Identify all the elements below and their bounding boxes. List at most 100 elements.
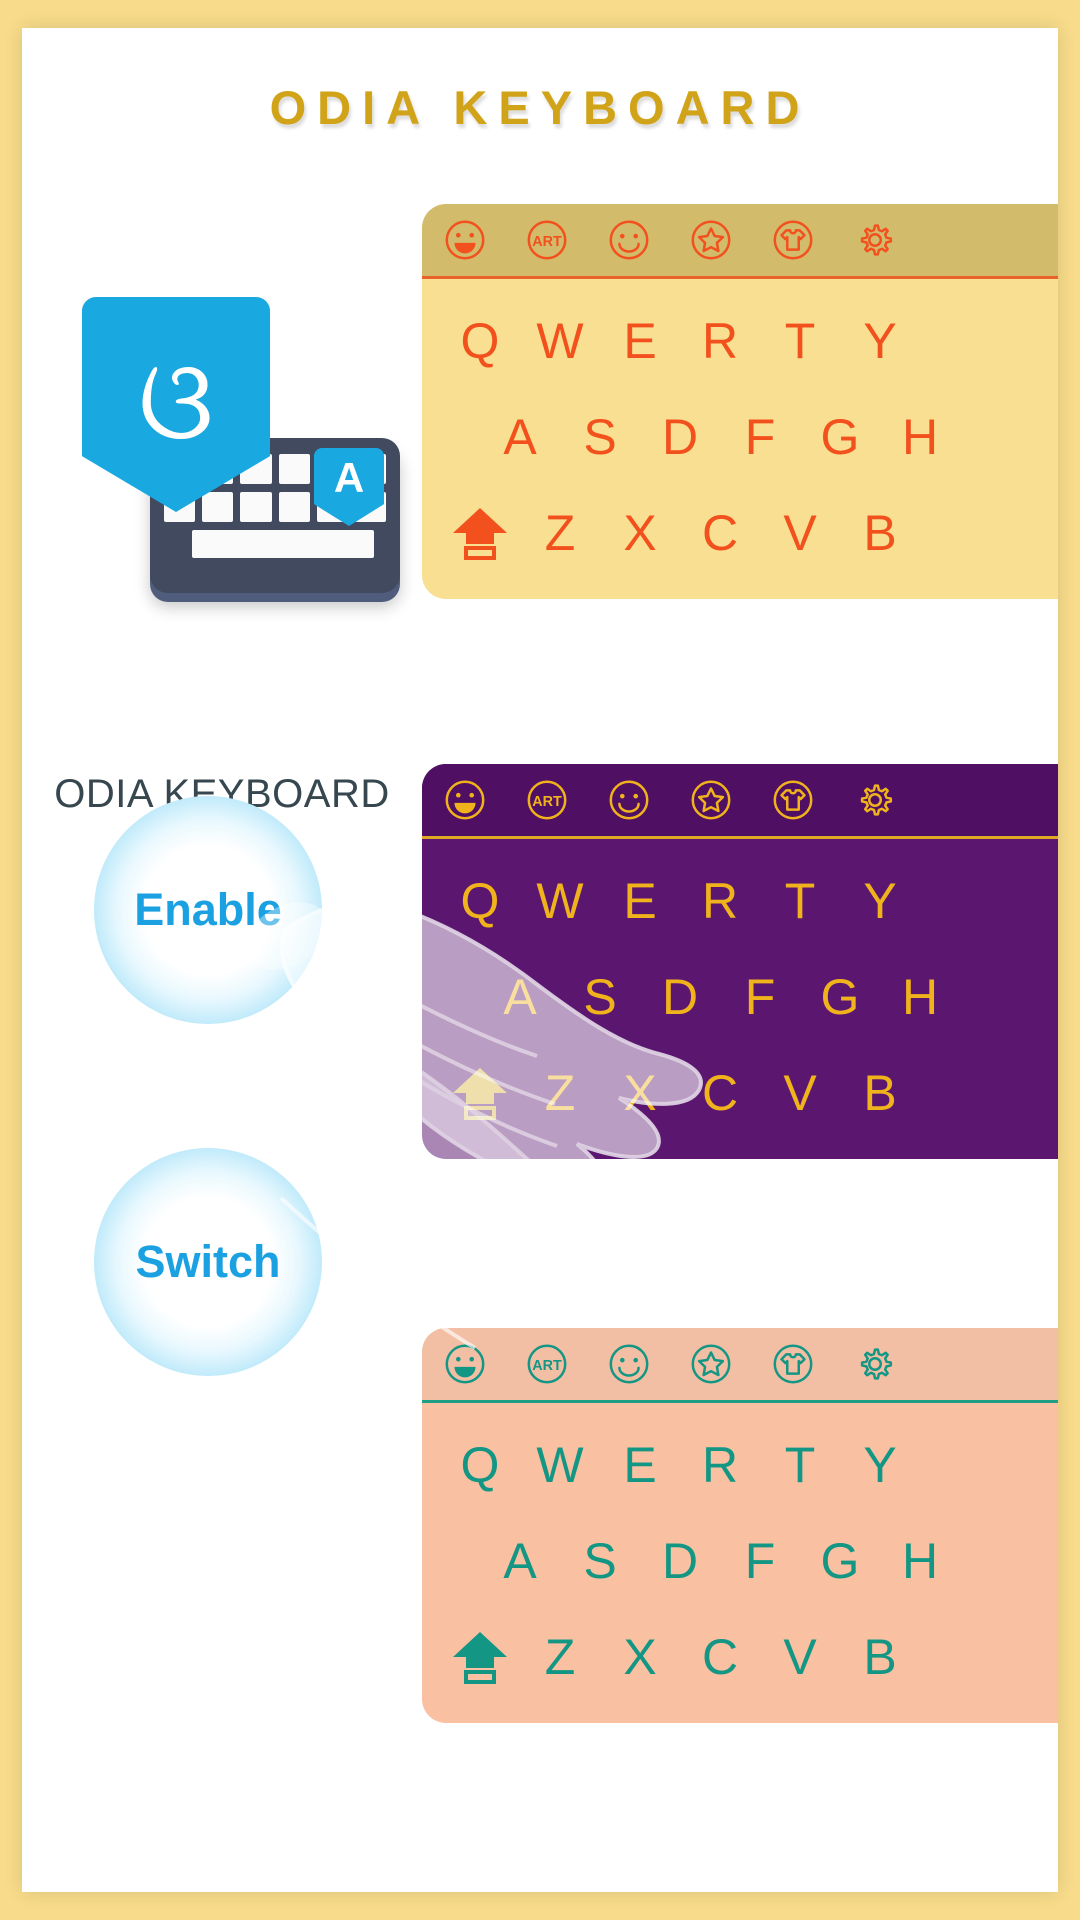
key[interactable]: R [680,312,760,370]
key[interactable]: T [760,312,840,370]
key[interactable]: V [760,1064,840,1122]
key[interactable]: X [600,1628,680,1686]
key[interactable]: F [720,968,800,1026]
enable-button-label: Enable [134,884,282,935]
key[interactable]: Q [440,1436,520,1494]
keyboard-toolbar: ART [422,204,1058,276]
key[interactable]: A [480,408,560,466]
keyboard-row-2: A S D F G H [422,1513,1058,1609]
keyboard-toolbar: ART [422,764,1058,836]
key[interactable]: C [680,1628,760,1686]
key[interactable]: A [480,1532,560,1590]
art-icon[interactable]: ART [524,777,570,823]
star-icon[interactable] [688,777,734,823]
key[interactable]: A [480,968,560,1026]
key[interactable]: Z [520,1064,600,1122]
key[interactable]: B [840,1628,920,1686]
grin-emoji-icon[interactable] [442,1341,488,1387]
white-content-card: ODIA KEYBOARD ଓ A ODIA KEYBOARD Enable S… [22,28,1058,1892]
key[interactable]: E [600,312,680,370]
keyboard-toolbar: ART [422,1328,1058,1400]
key[interactable]: W [520,312,600,370]
keyboard-keys: Q W E R T Y A S D F G H Z X C V B [422,839,1058,1159]
tshirt-icon[interactable] [770,1341,816,1387]
star-icon[interactable] [688,1341,734,1387]
key[interactable]: R [680,872,760,930]
key[interactable]: Y [840,312,920,370]
key[interactable]: Q [440,872,520,930]
app-icon: ଓ A [82,283,412,638]
keyboard-row-2: A S D F G H [422,949,1058,1045]
key[interactable]: T [760,1436,840,1494]
smiley-emoji-icon[interactable] [606,1341,652,1387]
art-icon[interactable]: ART [524,1341,570,1387]
gear-icon[interactable] [852,1341,898,1387]
keyboard-row-3: Z X C V B [422,1609,1058,1705]
key[interactable]: H [880,968,960,1026]
keyboard-row-1: Q W E R T Y [422,853,1058,949]
key[interactable]: G [800,968,880,1026]
key[interactable]: G [800,408,880,466]
keyboard-keys: Q W E R T Y A S D F G H Z X C V B [422,279,1058,599]
keyboard-preview-peach-theme[interactable]: ART Q W E R T Y A S D F G H Z X C V B [422,1328,1058,1723]
key[interactable]: V [760,1628,840,1686]
key[interactable]: D [640,408,720,466]
key[interactable]: V [760,504,840,562]
keyboard-preview-purple-theme[interactable]: ART Q W E R T Y A S D F G H Z X C V B [422,764,1058,1159]
art-icon[interactable]: ART [524,217,570,263]
key[interactable]: X [600,504,680,562]
svg-text:ART: ART [532,234,562,250]
star-icon[interactable] [688,217,734,263]
grin-emoji-icon[interactable] [442,777,488,823]
key[interactable]: D [640,1532,720,1590]
key[interactable]: H [880,408,960,466]
gear-icon[interactable] [852,217,898,263]
latin-letter-glyph: A [333,454,365,501]
key[interactable]: F [720,1532,800,1590]
grin-emoji-icon[interactable] [442,217,488,263]
key[interactable]: E [600,1436,680,1494]
smiley-emoji-icon[interactable] [606,777,652,823]
key[interactable]: W [520,1436,600,1494]
key[interactable]: S [560,968,640,1026]
switch-button[interactable]: Switch [94,1148,322,1376]
key[interactable]: S [560,1532,640,1590]
enable-button[interactable]: Enable [94,796,322,1024]
key[interactable]: C [680,1064,760,1122]
keyboard-keys: Q W E R T Y A S D F G H Z X C V B [422,1403,1058,1723]
key[interactable]: R [680,1436,760,1494]
svg-text:ART: ART [532,1358,562,1374]
key[interactable]: T [760,872,840,930]
tshirt-icon[interactable] [770,777,816,823]
key[interactable]: W [520,872,600,930]
key[interactable]: G [800,1532,880,1590]
key[interactable]: H [880,1532,960,1590]
shift-arrow-icon[interactable] [440,505,520,561]
key[interactable]: F [720,408,800,466]
key[interactable]: B [840,504,920,562]
tshirt-icon[interactable] [770,217,816,263]
key[interactable]: Y [840,1436,920,1494]
key[interactable]: Y [840,872,920,930]
keyboard-row-2: A S D F G H [422,389,1058,485]
key[interactable]: E [600,872,680,930]
key[interactable]: Z [520,504,600,562]
keyboard-preview-yellow-theme[interactable]: ART Q W E R T Y A S D F G H Z X C V B [422,204,1058,599]
svg-text:ART: ART [532,794,562,810]
key[interactable]: B [840,1064,920,1122]
page-title: ODIA KEYBOARD [269,81,811,134]
key[interactable]: D [640,968,720,1026]
smiley-emoji-icon[interactable] [606,217,652,263]
key[interactable]: X [600,1064,680,1122]
odia-letter-glyph: ଓ [138,337,214,465]
key[interactable]: Q [440,312,520,370]
shift-arrow-icon[interactable] [440,1629,520,1685]
key[interactable]: C [680,504,760,562]
keyboard-row-3: Z X C V B [422,1045,1058,1141]
gear-icon[interactable] [852,777,898,823]
keyboard-row-1: Q W E R T Y [422,1417,1058,1513]
key[interactable]: S [560,408,640,466]
keyboard-row-1: Q W E R T Y [422,293,1058,389]
key[interactable]: Z [520,1628,600,1686]
shift-arrow-icon[interactable] [440,1065,520,1121]
